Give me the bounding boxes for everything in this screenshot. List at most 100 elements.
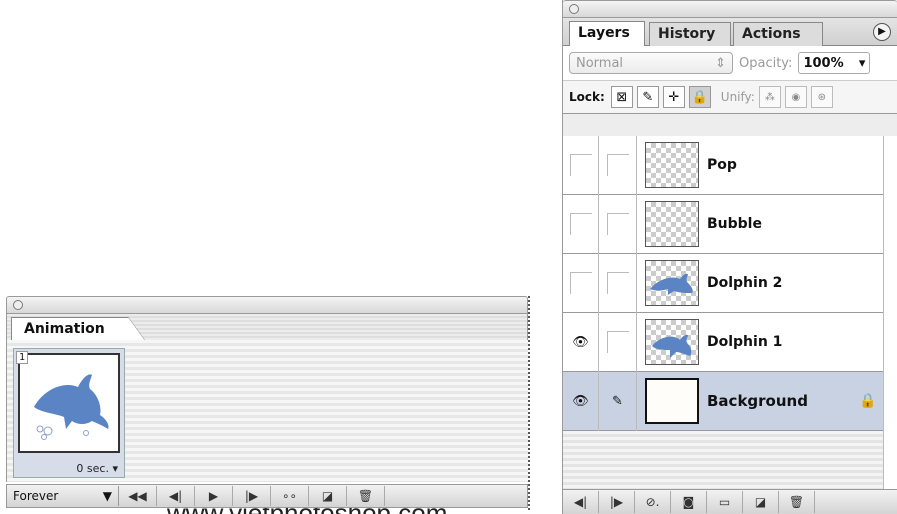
link-toggle[interactable]: [599, 194, 637, 254]
layer-name: Bubble: [707, 216, 762, 232]
layer-style-icon: ⊘.: [645, 495, 660, 509]
link-toggle[interactable]: [599, 312, 637, 372]
loop-select[interactable]: Forever ▼: [7, 486, 119, 506]
layer-thumbnail: [645, 201, 699, 247]
visibility-toggle[interactable]: [563, 194, 599, 254]
trash-icon: 🗑: [357, 489, 374, 503]
frame-delay[interactable]: 0 sec. ▾: [76, 462, 118, 475]
blend-row: Normal ⇕ Opacity: 100% ▾: [563, 46, 897, 80]
layer-row-dolphin-1[interactable]: 👁 Dolphin 1: [563, 312, 883, 372]
visibility-toggle[interactable]: [563, 135, 599, 195]
tab-actions[interactable]: Actions: [733, 22, 823, 46]
checker-icon: ⊠: [616, 89, 628, 105]
tab-history[interactable]: History: [649, 22, 731, 46]
visibility-off-icon: [569, 213, 592, 235]
lock-transparent-button[interactable]: ⊠: [610, 86, 633, 108]
layer-row-background[interactable]: 👁 ✎ Background 🔒: [563, 371, 883, 431]
new-layer-icon: ◪: [754, 495, 767, 509]
link-toggle[interactable]: [599, 253, 637, 313]
brush-icon: ✎: [612, 393, 623, 409]
loop-select-value: Forever: [13, 489, 59, 503]
tab-layers[interactable]: Layers: [569, 21, 645, 46]
lock-image-button[interactable]: ✎: [636, 86, 659, 108]
animation-frame[interactable]: 1 0 sec. ▾: [13, 348, 125, 478]
unify-style-button[interactable]: ⊛: [810, 86, 833, 108]
lock-icon: 🔒: [859, 393, 877, 409]
stepper-icon: ⇕: [715, 55, 726, 71]
visibility-toggle[interactable]: 👁: [563, 312, 599, 372]
layer-thumbnail: [645, 319, 699, 365]
unify-position-button[interactable]: ⁂: [758, 86, 781, 108]
chevron-down-icon: ▾: [858, 55, 866, 71]
link-off-icon: [606, 213, 629, 235]
panel-menu-icon[interactable]: ▶: [873, 23, 891, 41]
animation-tabstrip: Animation: [6, 314, 528, 342]
unify-visibility-button[interactable]: ◉: [784, 86, 807, 108]
animation-panel: Animation 1 0 sec. ▾ www.vietphotoshop.c…: [6, 296, 530, 514]
visibility-toggle[interactable]: 👁: [563, 371, 599, 431]
layer-row-pop[interactable]: Pop: [563, 135, 883, 195]
layer-list-empty-area: [563, 431, 883, 489]
first-frame-button[interactable]: ◀◀: [119, 486, 157, 506]
close-icon[interactable]: [569, 4, 579, 14]
animation-frames-area: 1 0 sec. ▾ www.vietphotoshop.com: [6, 340, 528, 514]
blend-mode-select[interactable]: Normal ⇕: [569, 52, 733, 74]
animation-titlebar[interactable]: [6, 296, 528, 314]
layer-row-dolphin-2[interactable]: Dolphin 2: [563, 253, 883, 313]
layer-row-bubble[interactable]: Bubble: [563, 194, 883, 254]
next-frame-icon: |▶: [609, 495, 624, 509]
lock-all-button[interactable]: 🔒: [688, 86, 711, 108]
frame-number: 1: [16, 351, 29, 364]
layers-tabstrip: Layers History Actions ▶: [563, 18, 897, 46]
move-icon: ✛: [668, 89, 680, 105]
new-group-button[interactable]: ▭: [707, 491, 743, 513]
lock-icon: 🔒: [691, 89, 708, 105]
opacity-value: 100%: [803, 55, 844, 71]
visibility-toggle[interactable]: [563, 253, 599, 313]
delete-layer-button[interactable]: 🗑: [779, 491, 815, 513]
next-frame-button[interactable]: |▶: [233, 486, 271, 506]
lock-label: Lock:: [569, 90, 605, 104]
tab-animation[interactable]: Animation: [11, 317, 146, 342]
link-off-icon: [606, 272, 629, 294]
eye-icon: 👁: [572, 393, 589, 409]
brush-icon: ✎: [642, 89, 654, 105]
layer-thumbnail: [645, 378, 699, 424]
frame-thumbnail: [18, 353, 120, 453]
link-toggle[interactable]: ✎: [599, 371, 637, 431]
link-off-icon: [606, 331, 629, 353]
close-icon[interactable]: [13, 300, 23, 310]
prev-frame-button[interactable]: ◀|: [563, 491, 599, 513]
dolphin-image: [650, 273, 693, 295]
lock-row: Lock: ⊠ ✎ ✛ 🔒 Unify: ⁂ ◉ ⊛: [563, 80, 897, 114]
layer-mask-icon: ◙: [682, 495, 695, 509]
layer-list: Pop Bubble Dolphin 2 👁 Dolphin 1 👁 ✎ Bac…: [563, 135, 883, 431]
play-button[interactable]: ▶: [195, 486, 233, 506]
layer-list-scrollbar[interactable]: [883, 136, 897, 489]
unify-position-icon: ⁂: [764, 91, 775, 103]
dolphin-image: [652, 334, 692, 358]
opacity-field[interactable]: 100% ▾: [798, 52, 871, 74]
delete-frame-button[interactable]: 🗑: [347, 486, 385, 506]
layer-name: Dolphin 2: [707, 275, 783, 291]
visibility-off-icon: [569, 272, 592, 294]
play-icon: ▶: [208, 489, 219, 503]
dolphin-image: [34, 374, 109, 440]
new-layer-button[interactable]: ◪: [743, 491, 779, 513]
duplicate-frame-button[interactable]: ◪: [309, 486, 347, 506]
lock-position-button[interactable]: ✛: [662, 86, 685, 108]
eye-icon: 👁: [572, 334, 589, 350]
layer-mask-button[interactable]: ◙: [671, 491, 707, 513]
layer-name: Pop: [707, 157, 737, 173]
link-toggle[interactable]: [599, 135, 637, 195]
animation-toolbar: Forever ▼ ◀◀ ◀| ▶ |▶ ∘∘ ◪ 🗑: [6, 484, 528, 508]
layers-panel: Layers History Actions ▶ Normal ⇕ Opacit…: [562, 0, 897, 514]
layers-titlebar[interactable]: [563, 0, 897, 18]
tween-button[interactable]: ∘∘: [271, 486, 309, 506]
next-frame-button[interactable]: |▶: [599, 491, 635, 513]
unify-visibility-icon: ◉: [791, 91, 801, 103]
next-frame-icon: |▶: [244, 489, 259, 503]
first-frame-icon: ◀◀: [128, 489, 147, 503]
layer-style-button[interactable]: ⊘.: [635, 491, 671, 513]
previous-frame-button[interactable]: ◀|: [157, 486, 195, 506]
